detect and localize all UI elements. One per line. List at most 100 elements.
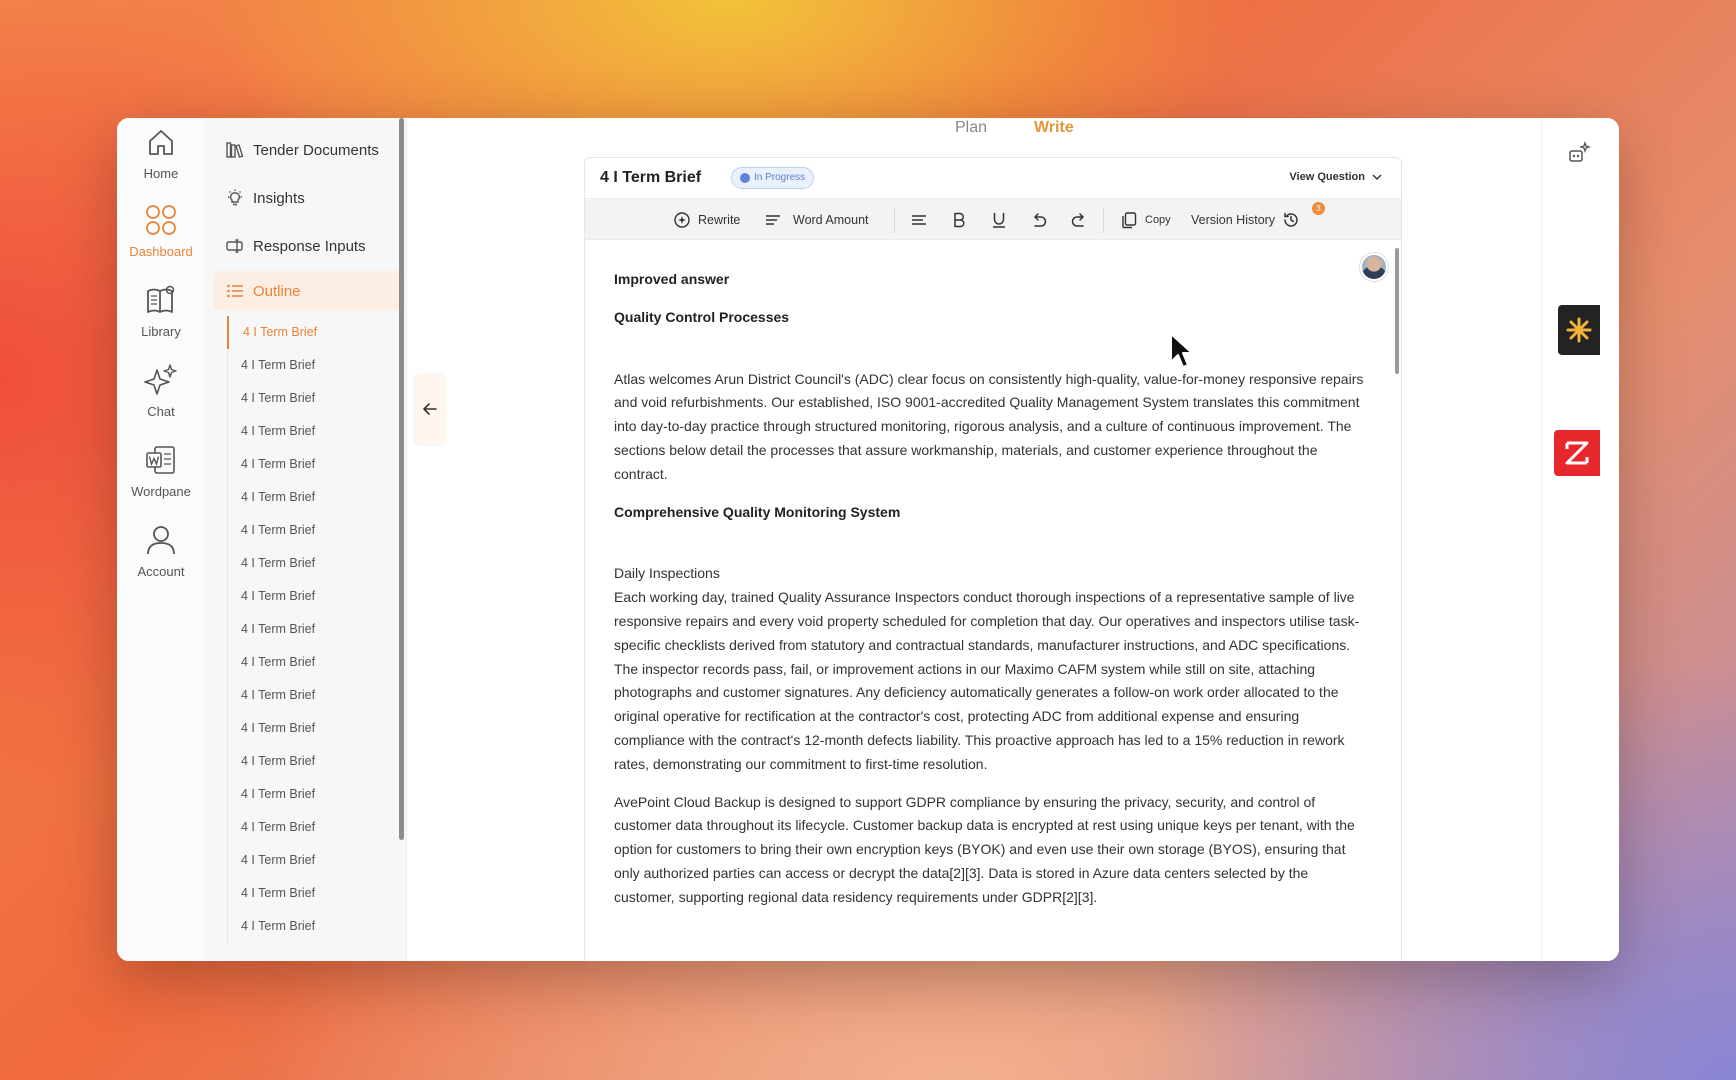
extension-star-button[interactable]	[1558, 305, 1600, 355]
underline-icon	[993, 213, 1005, 228]
library-icon	[147, 285, 175, 313]
outline-sub-item[interactable]: 4 I Term Brief	[227, 415, 405, 448]
rail-dashboard[interactable]: Dashboard	[117, 202, 205, 259]
nav-outline[interactable]: Outline	[213, 271, 405, 311]
version-count-badge: 3	[1312, 202, 1325, 215]
redo-icon	[1071, 213, 1084, 227]
outline-sub-item[interactable]: 4 I Term Brief	[227, 613, 405, 646]
outline-sub-item[interactable]: 4 I Term Brief	[227, 646, 405, 679]
nav-tender-documents-label: Tender Documents	[253, 141, 379, 159]
copy-button[interactable]: Copy	[1120, 199, 1171, 241]
mouse-cursor-icon	[1170, 333, 1193, 368]
chevron-down-icon	[1372, 174, 1382, 181]
app-window: Home Dashboard Library Chat Wordpane Acc…	[117, 118, 1619, 961]
outline-sub-list: 4 I Term Brief 4 I Term Brief 4 I Term Bri…	[227, 316, 405, 943]
home-icon	[149, 130, 173, 155]
align-left-icon	[912, 215, 926, 225]
outline-sub-item[interactable]: 4 I Term Brief	[227, 877, 405, 910]
bold-icon	[954, 212, 965, 228]
word-amount-label: Word Amount	[793, 213, 869, 227]
mode-switch: Plan Write	[407, 118, 1541, 142]
outline-sub-item[interactable]: 4 I Term Brief	[227, 712, 405, 745]
dashboard-icon	[146, 205, 176, 235]
nav-response-inputs-label: Response Inputs	[253, 237, 366, 255]
rail-home[interactable]: Home	[117, 124, 205, 181]
avatar[interactable]	[1360, 253, 1388, 281]
outline-sub-item[interactable]: 4 I Term Brief	[227, 580, 405, 613]
section-nav: Tender Documents Insights Response Input…	[205, 118, 407, 961]
rail-dashboard-label: Dashboard	[129, 244, 193, 259]
toolbar-divider	[894, 207, 895, 233]
right-rail	[1541, 118, 1619, 961]
redo-button[interactable]	[1070, 199, 1088, 241]
view-question-button[interactable]: View Question	[1289, 171, 1383, 183]
mode-write-tab[interactable]: Write	[1034, 119, 1074, 137]
rail-account-label: Account	[137, 564, 185, 579]
nav-insights[interactable]: Insights	[213, 178, 405, 218]
rewrite-icon	[674, 212, 690, 228]
nav-tender-documents[interactable]: Tender Documents	[213, 130, 405, 170]
outline-sub-item[interactable]: 4 I Term Brief	[227, 844, 405, 877]
outline-sub-item[interactable]: 4 I Term Brief	[227, 448, 405, 481]
rewrite-label: Rewrite	[698, 213, 741, 227]
view-question-label: View Question	[1289, 171, 1365, 183]
rail-wordpane[interactable]: Wordpane	[117, 442, 205, 499]
outline-sub-item[interactable]: 4 I Term Brief	[227, 547, 405, 580]
bold-button[interactable]	[950, 199, 968, 241]
copy-label: Copy	[1145, 214, 1171, 226]
rail-account[interactable]: Account	[117, 522, 205, 579]
books-icon	[226, 142, 244, 158]
outline-sub-item[interactable]: 4 I Term Brief	[227, 382, 405, 415]
word-doc-icon	[146, 446, 175, 474]
editor-scrollbar[interactable]	[1395, 248, 1399, 374]
toolbar-divider	[1103, 207, 1104, 233]
align-button[interactable]	[910, 199, 928, 241]
undo-button[interactable]	[1030, 199, 1048, 241]
outline-sub-item[interactable]: 4 I Term Brief	[227, 811, 405, 844]
version-history-label: Version History	[1191, 213, 1276, 227]
rail-library-label: Library	[141, 324, 181, 339]
main-area: Plan Write 4 I Term Brief In Progress Vi…	[407, 118, 1541, 961]
version-history-button[interactable]: Version History	[1191, 199, 1300, 241]
collapse-sidebar-button[interactable]	[415, 374, 445, 444]
rail-chat[interactable]: Chat	[117, 362, 205, 419]
nav-insights-label: Insights	[253, 189, 305, 207]
content-paragraph: Each working day, trained Quality Assura…	[614, 589, 1360, 772]
rail-library[interactable]: Library	[117, 282, 205, 339]
lightbulb-icon	[228, 189, 242, 206]
rewrite-button[interactable]: Rewrite	[673, 199, 740, 241]
nav-response-inputs[interactable]: Response Inputs	[213, 226, 405, 266]
editor-title: 4 I Term Brief	[600, 169, 702, 186]
outline-sub-item[interactable]: 4 I Term Brief	[227, 481, 405, 514]
extension-z-button[interactable]	[1554, 430, 1600, 476]
content-subheading: Daily Inspections	[614, 565, 720, 582]
content-heading: Comprehensive Quality Monitoring System	[614, 503, 901, 520]
rail-chat-label: Chat	[147, 404, 175, 419]
mode-plan-tab[interactable]: Plan	[955, 119, 987, 137]
nav-scrollbar[interactable]	[399, 118, 404, 840]
outline-sub-item[interactable]: 4 I Term Brief	[227, 745, 405, 778]
icon-rail: Home Dashboard Library Chat Wordpane Acc…	[117, 118, 205, 961]
editor-card: 4 I Term Brief In Progress View Question…	[584, 157, 1402, 961]
underline-button[interactable]	[990, 199, 1008, 241]
asterisk-icon	[1566, 317, 1592, 343]
nav-outline-label: Outline	[253, 282, 301, 300]
editor-content[interactable]: Improved answer Quality Control Processe…	[614, 268, 1364, 910]
word-amount-button[interactable]: Word Amount	[765, 199, 869, 241]
input-icon	[226, 239, 243, 253]
copy-icon	[1122, 212, 1137, 229]
outline-sub-item[interactable]: 4 I Term Brief	[227, 910, 405, 943]
arrow-left-icon	[423, 403, 437, 415]
outline-sub-item[interactable]: 4 I Term Brief	[227, 514, 405, 547]
outline-sub-item[interactable]: 4 I Term Brief	[227, 316, 405, 349]
sparkles-icon	[144, 364, 177, 395]
content-paragraph: Atlas welcomes Arun District Council's (…	[614, 370, 1364, 482]
list-icon	[227, 284, 243, 298]
ai-assistant-icon[interactable]	[1568, 140, 1592, 164]
outline-sub-item[interactable]: 4 I Term Brief	[227, 679, 405, 712]
content-heading: Quality Control Processes	[614, 308, 790, 325]
user-icon	[147, 526, 175, 555]
editor-toolbar: Rewrite Word Amount Copy Version History…	[585, 198, 1401, 240]
outline-sub-item[interactable]: 4 I Term Brief	[227, 349, 405, 382]
outline-sub-item[interactable]: 4 I Term Brief	[227, 778, 405, 811]
